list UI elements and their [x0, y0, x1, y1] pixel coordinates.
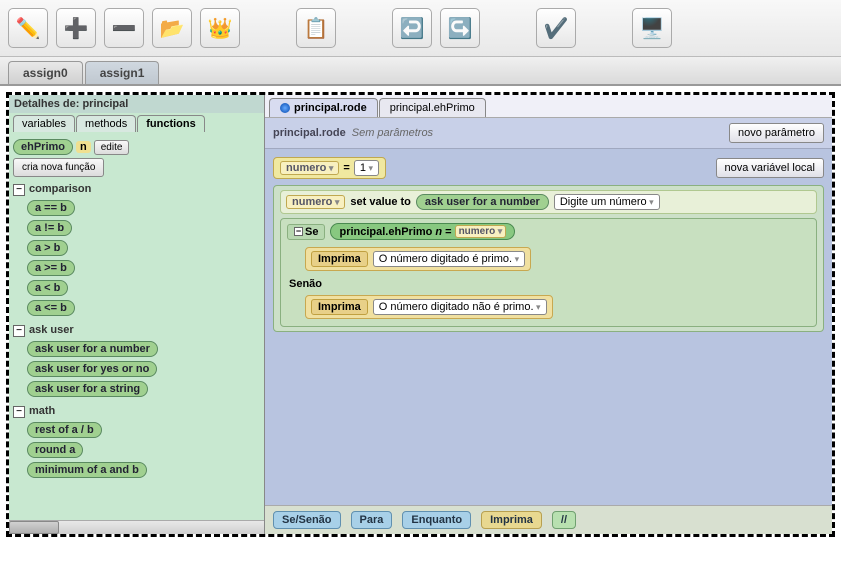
- foot-print[interactable]: Imprima: [481, 511, 542, 529]
- cat-math: math rest of a / b round a minimum of a …: [13, 403, 260, 480]
- cmp-le[interactable]: a <= b: [27, 300, 75, 316]
- new-param-button[interactable]: novo parâmetro: [729, 123, 824, 143]
- if-label[interactable]: −Se: [287, 224, 325, 240]
- print-msg1[interactable]: O número digitado é primo.: [373, 251, 525, 267]
- ed-tab-ehprimo[interactable]: principal.ehPrimo: [379, 98, 486, 117]
- workspace: Detalhes de: principal variables methods…: [6, 92, 835, 537]
- else-label: Senão: [289, 278, 810, 290]
- call-arg[interactable]: numero: [455, 225, 507, 238]
- ask-string[interactable]: ask user for a string: [27, 381, 148, 397]
- undo-icon[interactable]: ↩️: [392, 8, 432, 48]
- sidebar-tabs: variables methods functions: [9, 113, 264, 132]
- editor-header: principal.rode Sem parâmetros novo parâme…: [265, 118, 832, 149]
- cat-math-header[interactable]: math: [13, 403, 260, 420]
- fn-param[interactable]: n: [76, 141, 91, 153]
- print-msg2[interactable]: O número digitado não é primo.: [373, 299, 547, 315]
- redo-icon[interactable]: ↪️: [440, 8, 480, 48]
- var-value[interactable]: 1: [354, 160, 379, 176]
- math-round[interactable]: round a: [27, 442, 83, 458]
- sidebar-title: Detalhes de: principal: [9, 95, 264, 113]
- cmp-ge[interactable]: a >= b: [27, 260, 75, 276]
- math-min[interactable]: minimum of a and b: [27, 462, 147, 478]
- ed-tab-rode[interactable]: principal.rode: [269, 98, 378, 117]
- editor-body: numero = 1 nova variável local numero se…: [265, 149, 832, 505]
- math-rest[interactable]: rest of a / b: [27, 422, 102, 438]
- new-var-button[interactable]: nova variável local: [716, 158, 825, 178]
- editor-tabs: principal.rode principal.ehPrimo: [265, 95, 832, 118]
- if-block: −Se principal.ehPrimo n = numero Imprima…: [280, 218, 817, 327]
- print-kw2: Imprima: [311, 299, 368, 315]
- remove-icon[interactable]: ➖: [104, 8, 144, 48]
- file-sub: Sem parâmetros: [352, 127, 433, 139]
- sidebar-body: ehPrimo n edite cria nova função compari…: [9, 132, 264, 520]
- dot-icon: [280, 103, 290, 113]
- clipboard-icon[interactable]: 📋: [296, 8, 336, 48]
- set-kw: set value to: [350, 196, 411, 208]
- file-title: principal.rode: [273, 127, 346, 139]
- doc-tab-1[interactable]: assign1: [85, 61, 160, 84]
- foot-comment[interactable]: //: [552, 511, 576, 529]
- cmp-gt[interactable]: a > b: [27, 240, 68, 256]
- ask-pill[interactable]: ask user for a number: [416, 194, 549, 210]
- edit-icon[interactable]: ✏️: [8, 8, 48, 48]
- sidebar: Detalhes de: principal variables methods…: [9, 95, 265, 534]
- ask-prompt[interactable]: Digite um número: [554, 194, 660, 210]
- var-decl[interactable]: numero = 1: [273, 157, 386, 179]
- print-kw: Imprima: [311, 251, 368, 267]
- document-tabs: assign0 assign1: [0, 57, 841, 86]
- foot-for[interactable]: Para: [351, 511, 393, 529]
- cat-comparison: comparison a == b a != b a > b a >= b a …: [13, 181, 260, 318]
- tab-functions[interactable]: functions: [137, 115, 205, 132]
- run-icon[interactable]: 🖥️: [632, 8, 672, 48]
- crown-icon[interactable]: 👑: [200, 8, 240, 48]
- foot-ifelse[interactable]: Se/Senão: [273, 511, 341, 529]
- code-block: numero set value to ask user for a numbe…: [273, 185, 824, 332]
- sidebar-scrollbar[interactable]: [9, 520, 264, 534]
- cmp-ne[interactable]: a != b: [27, 220, 72, 236]
- call-pill[interactable]: principal.ehPrimo n = numero: [330, 223, 515, 240]
- main-toolbar: ✏️ ➕ ➖ 📂 👑 📋 ↩️ ↪️ ✔️ 🖥️: [0, 0, 841, 57]
- set-target[interactable]: numero: [286, 195, 345, 209]
- ask-yesno[interactable]: ask user for yes or no: [27, 361, 157, 377]
- cat-comparison-header[interactable]: comparison: [13, 181, 260, 198]
- cat-askuser: ask user ask user for a number ask user …: [13, 322, 260, 399]
- check-icon[interactable]: ✔️: [536, 8, 576, 48]
- cmp-eq[interactable]: a == b: [27, 200, 75, 216]
- tab-methods[interactable]: methods: [76, 115, 136, 132]
- edit-fn-button[interactable]: edite: [94, 140, 130, 155]
- collapse-icon[interactable]: −: [294, 227, 303, 236]
- ask-number[interactable]: ask user for a number: [27, 341, 158, 357]
- var-name[interactable]: numero: [280, 161, 339, 175]
- new-fn-button[interactable]: cria nova função: [13, 158, 104, 177]
- editor: principal.rode principal.ehPrimo princip…: [265, 95, 832, 534]
- doc-tab-0[interactable]: assign0: [8, 61, 83, 84]
- editor-footer: Se/Senão Para Enquanto Imprima //: [265, 505, 832, 534]
- print-then[interactable]: Imprima O número digitado é primo.: [305, 247, 531, 271]
- open-icon[interactable]: 📂: [152, 8, 192, 48]
- add-icon[interactable]: ➕: [56, 8, 96, 48]
- cmp-lt[interactable]: a < b: [27, 280, 68, 296]
- print-else[interactable]: Imprima O número digitado não é primo.: [305, 295, 553, 319]
- fn-ehprimo[interactable]: ehPrimo: [13, 139, 73, 155]
- cat-askuser-header[interactable]: ask user: [13, 322, 260, 339]
- tab-variables[interactable]: variables: [13, 115, 75, 132]
- foot-while[interactable]: Enquanto: [402, 511, 471, 529]
